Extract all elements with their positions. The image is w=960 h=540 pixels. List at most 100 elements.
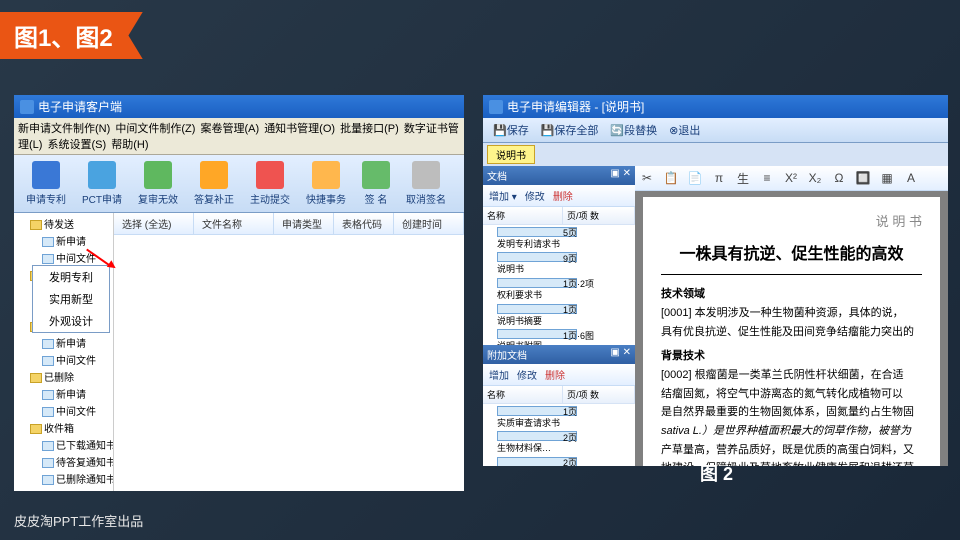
toolbar-icon: 💾 [541,124,555,137]
app-icon [489,100,503,114]
format-button[interactable]: ≡ [758,169,776,187]
list-item[interactable]: 生物材料保…2页 [483,430,635,456]
edit-button[interactable]: 修改 [513,366,541,383]
window-title-1: 电子申请客户端 [38,98,122,115]
menu-item[interactable]: 案卷管理(A) [200,123,259,135]
format-button[interactable]: 生 [734,169,752,187]
toolbar-button[interactable]: 快捷事务 [298,159,354,208]
menu-item[interactable]: 系统设置(S) [48,139,107,151]
menu-item[interactable]: 中间文件制作(Z) [115,123,195,135]
tree-item[interactable]: 收件箱 [16,419,111,436]
edit-button[interactable]: 修改 [521,187,549,204]
attach-list[interactable]: 名称页/项 数 实质审查请求书1页生物材料保…2页生物材料存…2页专利费减免… [483,386,635,466]
caption-2: 图 2 [700,460,733,486]
col-type[interactable]: 申请类型 [274,213,334,234]
col-name[interactable]: 文件名称 [194,213,274,234]
add-button[interactable]: 增加 ▾ [485,187,521,204]
panel-controls-icon[interactable]: ▣ ✕ [610,168,631,183]
list-item[interactable]: 生物材料存…2页 [483,455,635,466]
list-item[interactable]: 权利要求书1页·2项 [483,276,635,302]
file-icon [42,339,54,349]
folder-icon [30,220,42,230]
doc-title: 一株具有抗逆、促生性能的高效 [661,241,922,275]
tree-item[interactable]: 已删除通知书 [16,470,111,487]
format-button[interactable]: X₂ [806,169,824,187]
list-item[interactable]: 实质审查请求书1页 [483,404,635,430]
toolbar-button[interactable]: 申请专利 [18,159,74,208]
toolbar-1: 申请专利PCT申请复审无效答复补正主动提交快捷事务签 名取消签名 [14,155,464,213]
delete-button[interactable]: 删除 [541,366,569,383]
toolbar-button[interactable]: 答复补正 [186,159,242,208]
tree-item[interactable]: 待发送 [16,215,111,232]
toolbar-button[interactable]: 💾 保存全部 [535,120,605,140]
format-button[interactable]: 📋 [662,169,680,187]
menubar-1[interactable]: 新申请文件制作(N) 中间文件制作(Z) 案卷管理(A) 通知书管理(O) 批量… [14,118,464,155]
attach-panel-title: 附加文档▣ ✕ [483,345,635,364]
menu-item[interactable]: 批量接口(P) [340,123,399,135]
format-button[interactable]: 🔲 [854,169,872,187]
panel-controls-icon[interactable]: ▣ ✕ [610,347,631,362]
list-item[interactable]: 说明书摘要1页 [483,302,635,328]
paragraph: [0002] 根瘤菌是一类革兰氏阴性杆状细菌，在合适 [661,366,922,385]
list-item[interactable]: 说明书9页 [483,251,635,277]
toolbar-button[interactable]: ⊗ 退出 [663,120,706,140]
col-time[interactable]: 创建时间 [394,213,464,234]
tree-item[interactable]: 新申请 [16,385,111,402]
toolbar-button[interactable]: 签 名 [354,159,398,208]
toolbar-button[interactable]: 💾 保存 [487,120,535,140]
dropdown-item[interactable]: 实用新型 [33,288,109,310]
red-arrow-annotation [84,245,124,275]
format-button[interactable]: ▦ [878,169,896,187]
toolbar-button[interactable]: 🔄 段替换 [604,120,663,140]
paragraph: 具有优良抗逆、促生性能及田间竞争结瘤能力突出的 [661,323,922,342]
tree-item[interactable]: 已下载通知书 [16,436,111,453]
format-button[interactable]: X² [782,169,800,187]
toolbar-icon: 🔄 [610,124,624,137]
format-button[interactable]: 📄 [686,169,704,187]
doc-panel-toolbar: 增加 ▾ 修改 删除 [483,185,635,207]
attach-panel-toolbar: 增加 修改 删除 [483,364,635,386]
top-toolbar-2: 💾 保存💾 保存全部🔄 段替换⊗ 退出 [483,118,948,143]
document-page[interactable]: 说 明 书 一株具有抗逆、促生性能的高效 技术领域 [0001] 本发明涉及一种… [643,197,940,466]
toolbar-button[interactable]: PCT申请 [74,159,130,208]
toolbar-button[interactable]: 主动提交 [242,159,298,208]
footer-credit: 皮皮淘PPT工作室出品 [14,511,143,530]
section-heading: 背景技术 [661,347,922,366]
toolbar-icon [312,161,340,189]
file-icon [42,458,54,468]
format-button[interactable]: Ω [830,169,848,187]
tab-strip: 说明书 [483,143,948,166]
col-code[interactable]: 表格代码 [334,213,394,234]
format-button[interactable]: ✂ [638,169,656,187]
doc-list[interactable]: 名称页/项 数 发明专利请求书5页说明书9页权利要求书1页·2项说明书摘要1页说… [483,207,635,345]
folder-icon [30,424,42,434]
toolbar-button[interactable]: 取消签名 [398,159,454,208]
toolbar-icon [256,161,284,189]
dropdown-item[interactable]: 外观设计 [33,310,109,332]
doc-header: 说 明 书 [661,211,922,233]
paragraph: sativa L.）是世界种植面积最大的饲草作物，被誉为 [661,422,922,441]
app-icon [20,100,34,114]
list-item[interactable]: 发明专利请求书5页 [483,225,635,251]
menu-item[interactable]: 帮助(H) [111,139,148,151]
toolbar-button[interactable]: 复审无效 [130,159,186,208]
patent-type-dropdown[interactable]: 发明专利 实用新型 外观设计 [32,265,110,333]
toolbar-icon [32,161,60,189]
tree-item[interactable]: 已删除 [16,368,111,385]
col-select[interactable]: 选择 (全选) [114,213,194,234]
tree-item[interactable]: 新申请 [16,334,111,351]
format-button[interactable]: A [902,169,920,187]
format-button[interactable]: π [710,169,728,187]
delete-button[interactable]: 删除 [549,187,577,204]
file-icon [42,475,54,485]
menu-item[interactable]: 新申请文件制作(N) [18,123,110,135]
toolbar-icon [144,161,172,189]
tree-item[interactable]: 待答复通知书 [16,453,111,470]
add-button[interactable]: 增加 [485,366,513,383]
menu-item[interactable]: 通知书管理(O) [264,123,335,135]
list-item[interactable]: 说明书附图1页·6图 [483,328,635,346]
tree-item[interactable]: 中间文件 [16,402,111,419]
titlebar-1: 电子申请客户端 [14,95,464,118]
tab-specification[interactable]: 说明书 [487,145,535,164]
tree-item[interactable]: 中间文件 [16,351,111,368]
